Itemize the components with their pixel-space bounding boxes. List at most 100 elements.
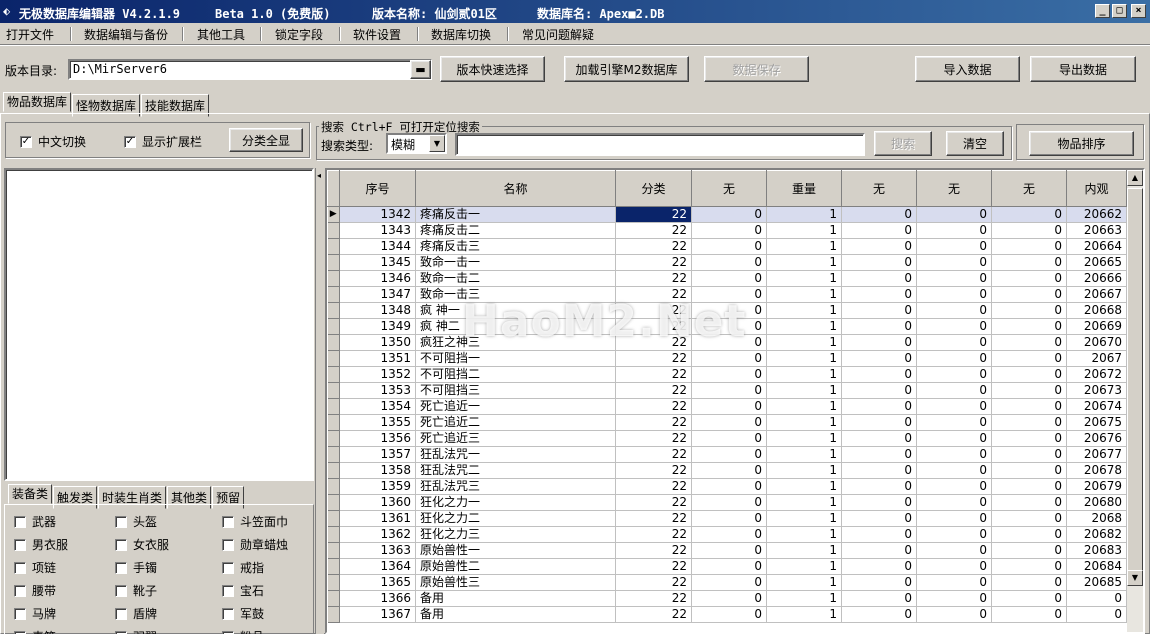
- table-cell[interactable]: 0: [991, 526, 1067, 543]
- table-cell[interactable]: 死亡追近三: [415, 430, 616, 447]
- table-cell[interactable]: 20674: [1066, 398, 1127, 415]
- table-cell[interactable]: 0: [841, 590, 917, 607]
- table-cell[interactable]: 0: [916, 542, 992, 559]
- table-cell[interactable]: 疯 神二: [415, 318, 616, 335]
- table-cell[interactable]: 0: [841, 286, 917, 303]
- table-cell[interactable]: 狂乱法咒三: [415, 478, 616, 495]
- table-cell[interactable]: 致命一击二: [415, 270, 616, 287]
- table-cell[interactable]: 死亡追近二: [415, 414, 616, 431]
- table-cell[interactable]: 1: [766, 462, 842, 479]
- table-cell[interactable]: 0: [916, 270, 992, 287]
- category-checkbox[interactable]: 项链: [14, 559, 56, 576]
- table-cell[interactable]: 0: [841, 318, 917, 335]
- table-cell[interactable]: 22: [615, 222, 692, 239]
- table-row[interactable]: 1367 备用 22 0 1 0 0 0 0: [327, 606, 1127, 623]
- table-cell[interactable]: 22: [615, 254, 692, 271]
- table-cell[interactable]: 1351: [339, 350, 416, 367]
- table-cell[interactable]: 22: [615, 606, 692, 623]
- table-cell[interactable]: 1346: [339, 270, 416, 287]
- table-cell[interactable]: 1: [766, 350, 842, 367]
- table-row[interactable]: 1352 不可阻挡二 22 0 1 0 0 0 20672: [327, 366, 1127, 383]
- load-engine-button[interactable]: 加载引擎M2数据库: [564, 56, 689, 82]
- table-cell[interactable]: 1348: [339, 302, 416, 319]
- minimize-button[interactable]: _: [1095, 4, 1110, 18]
- table-cell[interactable]: 20675: [1066, 414, 1127, 431]
- table-cell[interactable]: 22: [615, 334, 692, 351]
- category-checkbox[interactable]: 手镯: [115, 559, 157, 576]
- menu-other-tools[interactable]: 其他工具: [197, 26, 245, 43]
- table-cell[interactable]: 0: [991, 574, 1067, 591]
- table-cell[interactable]: 0: [916, 206, 992, 223]
- table-cell[interactable]: 0: [1066, 590, 1127, 607]
- table-cell[interactable]: 0: [991, 286, 1067, 303]
- table-row[interactable]: 1349 疯 神二 22 0 1 0 0 0 20669: [327, 318, 1127, 335]
- column-header[interactable]: 内观: [1066, 170, 1127, 207]
- table-cell[interactable]: 1: [766, 414, 842, 431]
- row-indicator[interactable]: [327, 366, 340, 383]
- table-cell[interactable]: 不可阻挡一: [415, 350, 616, 367]
- search-type-select[interactable]: 模糊 ▼: [386, 133, 447, 154]
- table-cell[interactable]: 22: [615, 414, 692, 431]
- table-cell[interactable]: 1365: [339, 574, 416, 591]
- show-ext-checkbox[interactable]: ✓ 显示扩展栏: [124, 133, 202, 150]
- table-cell[interactable]: 0: [841, 414, 917, 431]
- table-cell[interactable]: 0: [841, 494, 917, 511]
- chevron-down-icon[interactable]: ▼: [429, 135, 445, 152]
- table-row[interactable]: 1365 原始兽性三 22 0 1 0 0 0 20685: [327, 574, 1127, 591]
- table-cell[interactable]: 22: [615, 302, 692, 319]
- category-checkbox[interactable]: 戒指: [222, 559, 264, 576]
- table-cell[interactable]: 0: [991, 302, 1067, 319]
- table-cell[interactable]: 1: [766, 302, 842, 319]
- table-cell[interactable]: 0: [841, 510, 917, 527]
- row-indicator[interactable]: [327, 414, 340, 431]
- table-cell[interactable]: 1: [766, 542, 842, 559]
- table-cell[interactable]: 原始兽性一: [415, 542, 616, 559]
- row-indicator[interactable]: [327, 542, 340, 559]
- table-cell[interactable]: 22: [615, 206, 692, 223]
- table-cell[interactable]: 0: [991, 446, 1067, 463]
- column-header[interactable]: 无: [991, 170, 1067, 207]
- table-cell[interactable]: 0: [991, 254, 1067, 271]
- table-cell[interactable]: 1: [766, 478, 842, 495]
- row-indicator[interactable]: [327, 430, 340, 447]
- table-cell[interactable]: 0: [916, 350, 992, 367]
- table-cell[interactable]: 0: [991, 590, 1067, 607]
- table-cell[interactable]: 1367: [339, 606, 416, 623]
- table-cell[interactable]: 疼痛反击一: [415, 206, 616, 223]
- table-cell[interactable]: 20670: [1066, 334, 1127, 351]
- column-header[interactable]: 无: [691, 170, 767, 207]
- table-cell[interactable]: 0: [691, 414, 767, 431]
- table-cell[interactable]: 0: [691, 222, 767, 239]
- save-data-button[interactable]: 数据保存: [704, 56, 809, 82]
- table-cell[interactable]: 0: [991, 558, 1067, 575]
- table-cell[interactable]: 20666: [1066, 270, 1127, 287]
- table-cell[interactable]: 1: [766, 318, 842, 335]
- table-row[interactable]: 1362 狂化之力三 22 0 1 0 0 0 20682: [327, 526, 1127, 543]
- table-cell[interactable]: 22: [615, 446, 692, 463]
- menu-data-edit[interactable]: 数据编辑与备份: [84, 26, 168, 43]
- table-cell[interactable]: 狂乱法咒一: [415, 446, 616, 463]
- table-cell[interactable]: 22: [615, 462, 692, 479]
- table-cell[interactable]: 0: [841, 350, 917, 367]
- row-indicator[interactable]: [327, 382, 340, 399]
- table-cell[interactable]: 0: [691, 366, 767, 383]
- grid-vscrollbar[interactable]: ▲ ▼: [1127, 170, 1143, 632]
- row-indicator[interactable]: [327, 478, 340, 495]
- table-cell[interactable]: 1364: [339, 558, 416, 575]
- table-cell[interactable]: 0: [841, 222, 917, 239]
- table-cell[interactable]: 0: [991, 366, 1067, 383]
- table-row[interactable]: 1359 狂乱法咒三 22 0 1 0 0 0 20679: [327, 478, 1127, 495]
- table-cell[interactable]: 1359: [339, 478, 416, 495]
- table-cell[interactable]: 不可阻挡二: [415, 366, 616, 383]
- category-checkbox[interactable]: 腰带: [14, 582, 56, 599]
- table-cell[interactable]: 0: [991, 382, 1067, 399]
- table-cell[interactable]: 0: [916, 302, 992, 319]
- table-cell[interactable]: 0: [691, 590, 767, 607]
- table-cell[interactable]: 0: [991, 414, 1067, 431]
- table-cell[interactable]: 1: [766, 510, 842, 527]
- table-cell[interactable]: 1: [766, 222, 842, 239]
- maximize-button[interactable]: □: [1112, 4, 1127, 18]
- row-indicator[interactable]: [327, 350, 340, 367]
- column-header[interactable]: 名称: [415, 170, 616, 207]
- table-cell[interactable]: 0: [841, 462, 917, 479]
